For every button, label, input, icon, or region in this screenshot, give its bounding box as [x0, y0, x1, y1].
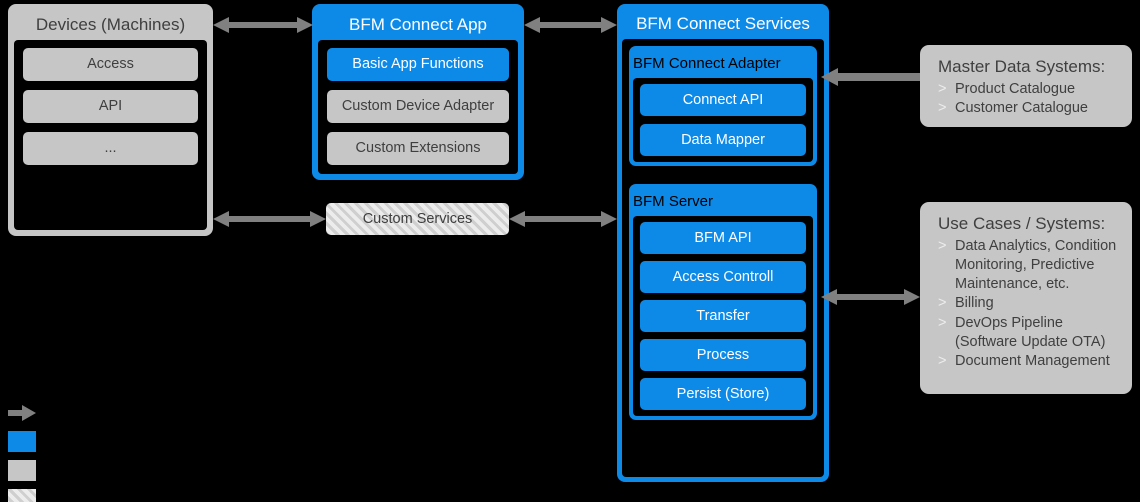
bfm-server-item-label: Process — [696, 346, 750, 363]
list-item: > Product Catalogue — [938, 80, 1118, 99]
bfm-server-title: BFM Server — [633, 193, 714, 210]
legend-item-hatch — [8, 487, 36, 502]
list-item: > Document Management — [938, 352, 1118, 371]
bullet-marker: > — [938, 238, 947, 254]
connect-app-item-basic-app-functions[interactable]: Basic App Functions — [327, 48, 509, 81]
connect-adapter-inner-well: Connect API Data Mapper — [633, 78, 813, 162]
master-data-systems-title: Master Data Systems: — [938, 57, 1106, 76]
custom-services-label: Custom Services — [362, 210, 473, 227]
bfm-server-item-persist-store[interactable]: Persist (Store) — [640, 378, 806, 410]
arrow-devices-to-connect-app — [213, 14, 313, 36]
devices-item-access[interactable]: Access — [23, 48, 198, 81]
bullet-marker: > — [938, 100, 947, 117]
legend-swatch-grey — [8, 460, 36, 481]
list-item-line: DevOps Pipeline — [955, 314, 1063, 331]
legend — [8, 400, 36, 502]
use-cases-systems-title: Use Cases / Systems: — [938, 214, 1106, 233]
arrow-custom-services-to-connect-services — [509, 208, 617, 230]
bfm-server-item-label: Transfer — [696, 307, 750, 324]
connect-app-item-custom-extensions[interactable]: Custom Extensions — [327, 132, 509, 165]
arrow-connect-services-to-use-cases — [821, 286, 920, 308]
connect-services-container: BFM Connect Services BFM Connect Adapter… — [617, 4, 829, 482]
legend-item-arrow — [8, 400, 36, 425]
devices-item-api[interactable]: API — [23, 90, 198, 123]
connect-adapter-title: BFM Connect Adapter — [633, 55, 781, 72]
devices-item-label: Access — [87, 56, 134, 73]
custom-services-box[interactable]: Custom Services — [326, 203, 509, 235]
bfm-server-inner-well: BFM API Access Controll Transfer Process… — [633, 216, 813, 416]
list-item-line: Monitoring, Predictive — [955, 257, 1095, 274]
bullet-marker: > — [938, 352, 947, 369]
list-item-line: Billing — [955, 295, 994, 312]
bullet-marker: > — [938, 295, 947, 312]
bfm-server-item-bfm-api[interactable]: BFM API — [640, 222, 806, 254]
connect-app-item-label: Basic App Functions — [352, 56, 484, 73]
devices-container: Devices (Machines) Access API ... — [8, 4, 213, 236]
devices-item-label: API — [98, 98, 123, 115]
arrow-master-data-to-connect-services — [821, 66, 920, 88]
use-cases-systems-panel: Use Cases / Systems: > Data Analytics, C… — [920, 202, 1132, 394]
connect-app-item-custom-device-adapter[interactable]: Custom Device Adapter — [327, 90, 509, 123]
connect-adapter-item-label: Connect API — [682, 91, 764, 108]
list-item: > DevOps Pipeline (Software Update OTA) — [938, 314, 1118, 352]
master-data-systems-list: > Product Catalogue > Customer Catalogue — [938, 80, 1118, 118]
list-item-line: Customer Catalogue — [955, 100, 1088, 117]
list-item-line: Maintenance, etc. — [955, 276, 1070, 293]
list-item: > Customer Catalogue — [938, 99, 1118, 118]
legend-swatch-blue — [8, 431, 36, 452]
connect-app-item-label: Custom Extensions — [355, 140, 481, 157]
arrow-devices-to-custom-services — [213, 208, 326, 230]
bullet-marker: > — [938, 81, 947, 97]
connect-app-title: BFM Connect App — [349, 15, 487, 34]
connect-adapter-item-data-mapper[interactable]: Data Mapper — [640, 124, 806, 156]
arrow-connect-app-to-connect-services — [524, 14, 617, 36]
bfm-server-item-access-controll[interactable]: Access Controll — [640, 261, 806, 293]
legend-swatch-hatch — [8, 489, 36, 502]
legend-item-grey — [8, 458, 36, 483]
connect-app-container: BFM Connect App Basic App Functions Cust… — [312, 4, 524, 180]
connect-adapter-item-label: Data Mapper — [681, 131, 765, 148]
list-item-line: Product Catalogue — [955, 81, 1076, 97]
use-cases-systems-list: > Data Analytics, Condition Monitoring, … — [938, 237, 1118, 371]
master-data-systems-panel: Master Data Systems: > Product Catalogue… — [920, 45, 1132, 127]
devices-inner-well: Access API ... — [14, 40, 207, 230]
bfm-server-container: BFM Server BFM API Access Controll Trans… — [629, 184, 817, 420]
devices-item-more[interactable]: ... — [23, 132, 198, 165]
connect-app-item-label: Custom Device Adapter — [341, 98, 495, 115]
devices-title: Devices (Machines) — [35, 15, 186, 34]
bullet-marker: > — [938, 314, 947, 331]
bfm-server-item-label: Access Controll — [672, 268, 774, 285]
bfm-server-item-process[interactable]: Process — [640, 339, 806, 371]
list-item-line: (Software Update OTA) — [955, 333, 1106, 350]
list-item: > Data Analytics, Condition Monitoring, … — [938, 237, 1118, 294]
diagram-canvas: Devices (Machines) Access API ... BFM Co… — [0, 0, 1140, 502]
bfm-server-item-label: Persist (Store) — [676, 385, 770, 402]
legend-item-blue — [8, 429, 36, 454]
list-item-line: Document Management — [955, 352, 1110, 369]
arrow-icon — [8, 404, 36, 421]
devices-item-label: ... — [104, 140, 117, 157]
connect-adapter-item-connect-api[interactable]: Connect API — [640, 84, 806, 116]
list-item-line: Data Analytics, Condition — [955, 238, 1117, 254]
connect-services-title: BFM Connect Services — [636, 14, 810, 33]
connect-app-inner-well: Basic App Functions Custom Device Adapte… — [318, 40, 518, 174]
list-item: > Billing — [938, 294, 1118, 313]
bfm-server-item-label: BFM API — [694, 229, 752, 246]
connect-adapter-container: BFM Connect Adapter Connect API Data Map… — [629, 46, 817, 166]
connect-services-inner-well: BFM Connect Adapter Connect API Data Map… — [622, 39, 824, 477]
bfm-server-item-transfer[interactable]: Transfer — [640, 300, 806, 332]
